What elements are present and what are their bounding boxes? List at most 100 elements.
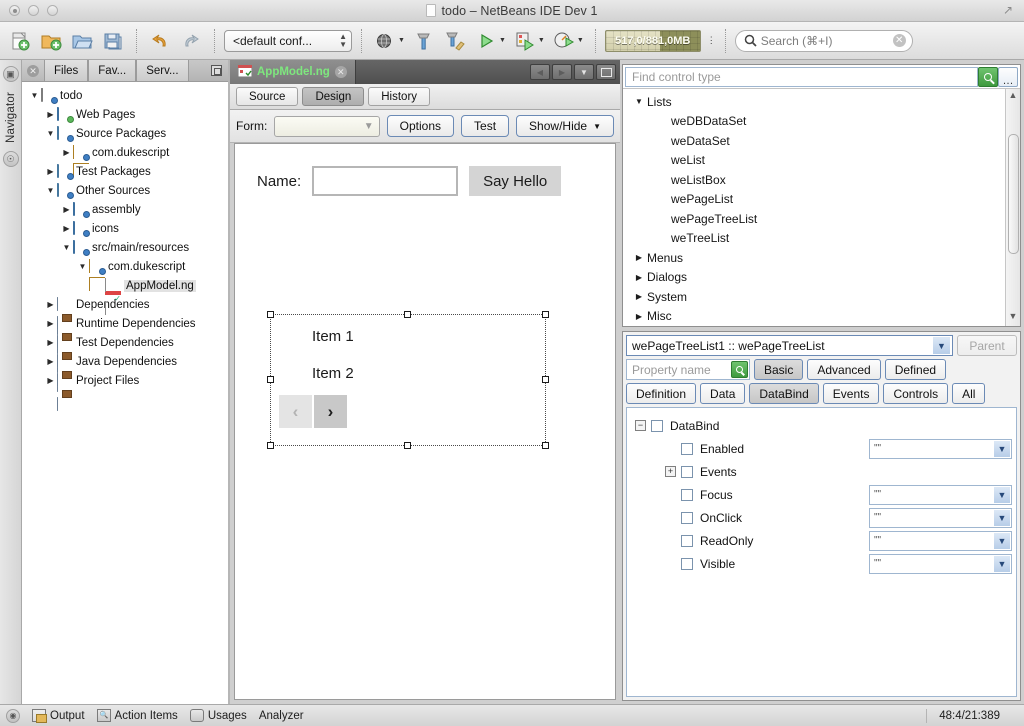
tree-twisty-right-icon[interactable]: ▶: [44, 110, 57, 119]
tree-node-com-dukescript[interactable]: ▶ com.dukescript: [22, 143, 228, 177]
status-notification-icon[interactable]: ◉: [6, 708, 20, 723]
chevron-down-icon[interactable]: ▼: [538, 37, 545, 44]
palette-more-button[interactable]: …: [998, 66, 1018, 87]
chevron-down-icon[interactable]: ▼: [398, 37, 405, 44]
editor-tab-appmodel[interactable]: AppModel.ng ✕: [230, 60, 356, 84]
tab-data[interactable]: Data: [700, 383, 746, 404]
open-project-icon[interactable]: [68, 27, 96, 55]
property-row-events[interactable]: + Events: [631, 460, 1012, 483]
tab-files[interactable]: Files: [44, 60, 89, 81]
resize-handle-middle-right[interactable]: [542, 376, 549, 383]
tree-node-java-dependencies[interactable]: ▶ Java Dependencies: [22, 352, 228, 392]
expander-plus-icon[interactable]: +: [665, 466, 676, 477]
fullscreen-icon[interactable]: ↗: [1003, 4, 1016, 17]
property-value-combo[interactable]: "" ▼: [869, 553, 1012, 574]
memory-usage-indicator[interactable]: 517,0/881,0MB: [604, 29, 701, 52]
memory-expand-icon[interactable]: ⋮: [707, 35, 716, 46]
property-search-button[interactable]: [731, 361, 748, 378]
palette-item-system[interactable]: ▶ System: [623, 287, 1005, 307]
quick-search-input[interactable]: Search (⌘+I) ✕: [734, 29, 913, 52]
tree-node-src-main-resources[interactable]: ▼ src/main/resources: [22, 238, 228, 257]
profile-project-icon[interactable]: [550, 27, 578, 55]
property-row-focus[interactable]: Focus "" ▼: [631, 483, 1012, 506]
palette-item-wetreelist[interactable]: weTreeList: [623, 229, 1005, 249]
tree-twisty-right-icon[interactable]: ▶: [44, 357, 57, 366]
tab-design[interactable]: Design: [302, 87, 365, 106]
resize-handle-top-center[interactable]: [404, 311, 411, 318]
pager-next-button[interactable]: ›: [314, 395, 347, 428]
new-file-icon[interactable]: [6, 27, 34, 55]
tree-node-runtime-dependencies[interactable]: ▶ Runtime Dependencies: [22, 314, 228, 354]
maximize-editor-button[interactable]: [596, 64, 616, 80]
property-name-input[interactable]: Property name: [626, 359, 750, 380]
clean-build-icon[interactable]: [441, 27, 469, 55]
tree-twisty-down-icon[interactable]: ▼: [60, 243, 73, 252]
resize-handle-bottom-left[interactable]: [267, 442, 274, 449]
tab-list-dropdown-button[interactable]: ▼: [574, 64, 594, 80]
scrollbar-thumb[interactable]: [1007, 134, 1019, 254]
palette-item-wedataset[interactable]: weDataSet: [623, 131, 1005, 151]
palette-item-welist[interactable]: weList: [623, 151, 1005, 171]
tree-twisty-down-icon[interactable]: ▼: [76, 262, 89, 271]
tree-node-project-files[interactable]: ▶ Project Files: [22, 371, 228, 411]
close-projects-window[interactable]: ✕: [22, 60, 44, 81]
tree-twisty-right-icon[interactable]: ▶: [631, 253, 647, 262]
property-row-onclick[interactable]: OnClick "" ▼: [631, 506, 1012, 529]
tree-node-source-packages[interactable]: ▼ Source Packages: [22, 124, 228, 143]
status-item-action-items[interactable]: Action Items: [96, 709, 178, 722]
filter-defined-button[interactable]: Defined: [884, 359, 947, 380]
test-button[interactable]: Test: [461, 115, 510, 137]
minimize-window-icon[interactable]: [204, 60, 228, 81]
property-row-databind[interactable]: − DataBind: [631, 414, 1012, 437]
property-row-readonly[interactable]: ReadOnly "" ▼: [631, 529, 1012, 552]
scroll-down-icon[interactable]: ▼: [1009, 311, 1018, 325]
list-item[interactable]: Item 2: [312, 365, 354, 382]
tree-node-dependencies[interactable]: ▶ Dependencies: [22, 295, 228, 335]
options-button[interactable]: Options: [386, 115, 455, 137]
tab-all[interactable]: All: [952, 383, 986, 404]
tree-node-test-dependencies[interactable]: ▶ Test Dependencies: [22, 333, 228, 373]
undo-icon[interactable]: [146, 27, 174, 55]
tree-twisty-right-icon[interactable]: ▶: [44, 376, 57, 385]
tree-twisty-down-icon[interactable]: ▼: [44, 129, 57, 138]
palette-item-misc[interactable]: ▶ Misc: [623, 307, 1005, 327]
palette-tree[interactable]: ▼ Lists weDBDataSet weDataSet weList weListBo…: [623, 89, 1005, 326]
selected-component-wepagetreelist[interactable]: Item 1 Item 2 ‹ ›: [267, 311, 549, 449]
resize-handle-bottom-right[interactable]: [542, 442, 549, 449]
filter-basic-button[interactable]: Basic: [754, 359, 804, 380]
status-item-usages[interactable]: Usages: [189, 709, 247, 722]
tree-twisty-right-icon[interactable]: ▶: [60, 205, 73, 214]
tree-twisty-right-icon[interactable]: ▶: [44, 167, 57, 176]
chevron-down-icon[interactable]: ▼: [499, 37, 506, 44]
tree-twisty-down-icon[interactable]: ▼: [631, 97, 647, 106]
design-canvas[interactable]: Name: Say Hello Item 1 Item 2 ‹ ›: [234, 143, 616, 700]
tab-source[interactable]: Source: [236, 87, 299, 106]
debug-project-icon[interactable]: [511, 27, 539, 55]
tree-node-icons[interactable]: ▶ icons: [22, 219, 228, 238]
scroll-up-icon[interactable]: ▲: [1009, 90, 1018, 104]
tree-twisty-right-icon[interactable]: ▶: [44, 319, 57, 328]
close-tab-icon[interactable]: ✕: [334, 66, 347, 78]
project-tree[interactable]: ▼ todo ▶ Web Pages ▼ Source Packages ▶ com.duke…: [22, 82, 228, 704]
tree-twisty-right-icon[interactable]: ▶: [44, 338, 57, 347]
tab-databind[interactable]: DataBind: [749, 383, 819, 404]
property-checkbox[interactable]: [681, 465, 693, 478]
palette-scrollbar[interactable]: ▲ ▼: [1005, 89, 1020, 326]
palette-item-lists[interactable]: ▼ Lists: [623, 92, 1005, 112]
tree-node-appmodel-ng[interactable]: AppModel.ng: [22, 276, 228, 315]
set-browser-icon[interactable]: [371, 27, 399, 55]
tree-twisty-right-icon[interactable]: ▶: [631, 273, 647, 282]
palette-item-wedbdataset[interactable]: weDBDataSet: [623, 112, 1005, 132]
chevron-down-icon[interactable]: ▼: [577, 37, 584, 44]
property-checkbox[interactable]: [651, 419, 663, 432]
resize-handle-middle-left[interactable]: [267, 376, 274, 383]
new-project-icon[interactable]: [37, 27, 65, 55]
pager-previous-button[interactable]: ‹: [279, 395, 312, 428]
tree-twisty-right-icon[interactable]: ▶: [631, 292, 647, 301]
tree-twisty-down-icon[interactable]: ▼: [28, 91, 41, 100]
tree-twisty-down-icon[interactable]: ▼: [44, 186, 57, 195]
tab-history[interactable]: History: [368, 87, 431, 106]
resize-handle-top-right[interactable]: [542, 311, 549, 318]
property-value-combo[interactable]: "" ▼: [869, 530, 1012, 551]
property-row-enabled[interactable]: Enabled "" ▼: [631, 437, 1012, 460]
